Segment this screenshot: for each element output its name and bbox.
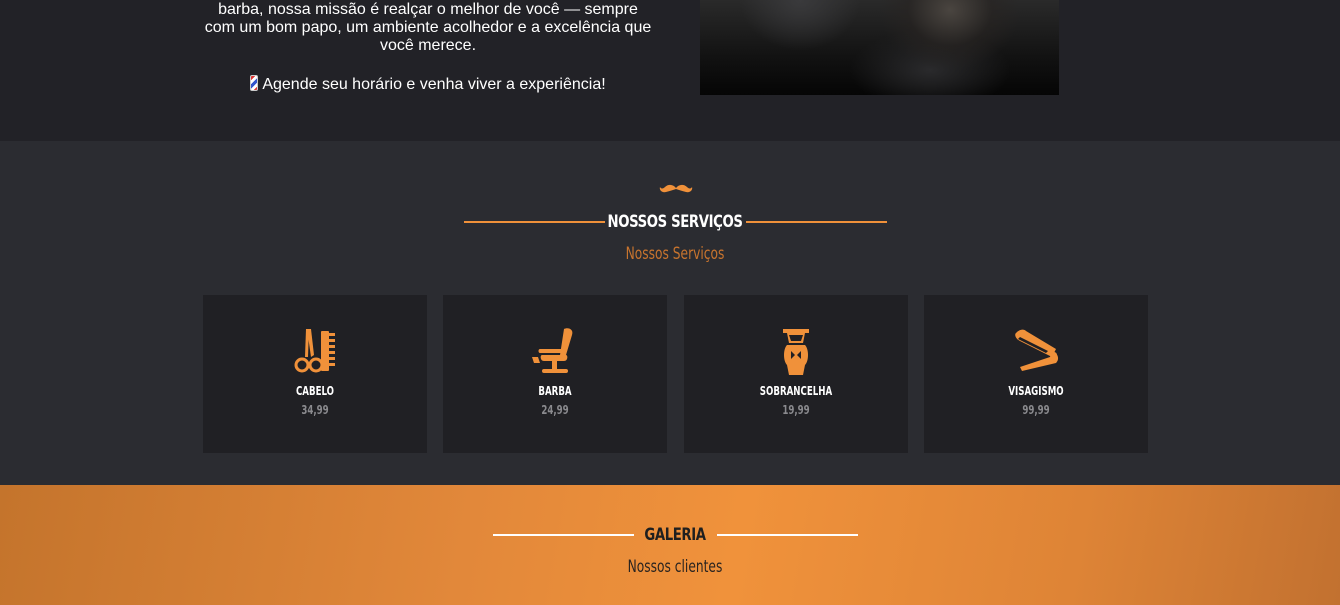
scissors-comb-icon [294, 329, 335, 373]
about-section: barba, nossa missão é realçar o melhor d… [0, 0, 1340, 141]
service-card-cabelo[interactable]: CABELO 34,99 [203, 295, 427, 453]
about-line-1: barba, nossa missão é realçar o melhor d… [218, 1, 638, 18]
service-card-barba[interactable]: BARBA 24,99 [443, 295, 667, 453]
service-price: 34,99 [301, 403, 329, 417]
services-title-line-left [464, 221, 605, 223]
services-subtitle: Nossos Serviços [625, 244, 725, 264]
about-text: barba, nossa missão é realçar o melhor d… [203, 1, 653, 94]
service-price: 19,99 [782, 403, 810, 417]
mustache-icon [659, 184, 693, 193]
service-price: 99,99 [1022, 403, 1050, 417]
services-title-line-right [746, 221, 887, 223]
gallery-subtitle: Nossos clientes [627, 557, 723, 577]
service-card-visagismo[interactable]: VISAGISMO 99,99 [924, 295, 1148, 453]
gallery-section [0, 485, 1340, 605]
service-price: 24,99 [541, 403, 569, 417]
gallery-title: GALERIA [644, 525, 706, 545]
shaving-brush-icon [783, 329, 809, 375]
about-cta-text: Agende seu horário e venha viver a exper… [262, 76, 606, 93]
barber-chair-icon [532, 328, 573, 373]
service-name: BARBA [538, 384, 572, 398]
about-line-3: você merece. [379, 37, 477, 54]
services-title: NOSSOS SERVIÇOS [607, 212, 743, 232]
straight-razor-icon [1015, 329, 1059, 371]
about-photo [700, 0, 1059, 95]
barber-pole-icon [250, 75, 259, 91]
service-card-sobrancelha[interactable]: SOBRANCELHA 19,99 [684, 295, 908, 453]
service-name: CABELO [295, 384, 335, 398]
about-cta: Agende seu horário e venha viver a exper… [203, 75, 653, 94]
service-name: SOBRANCELHA [759, 384, 833, 398]
service-name: VISAGISMO [1008, 384, 1064, 398]
about-line-2: com um bom papo, um ambiente acolhedor e… [204, 19, 652, 36]
